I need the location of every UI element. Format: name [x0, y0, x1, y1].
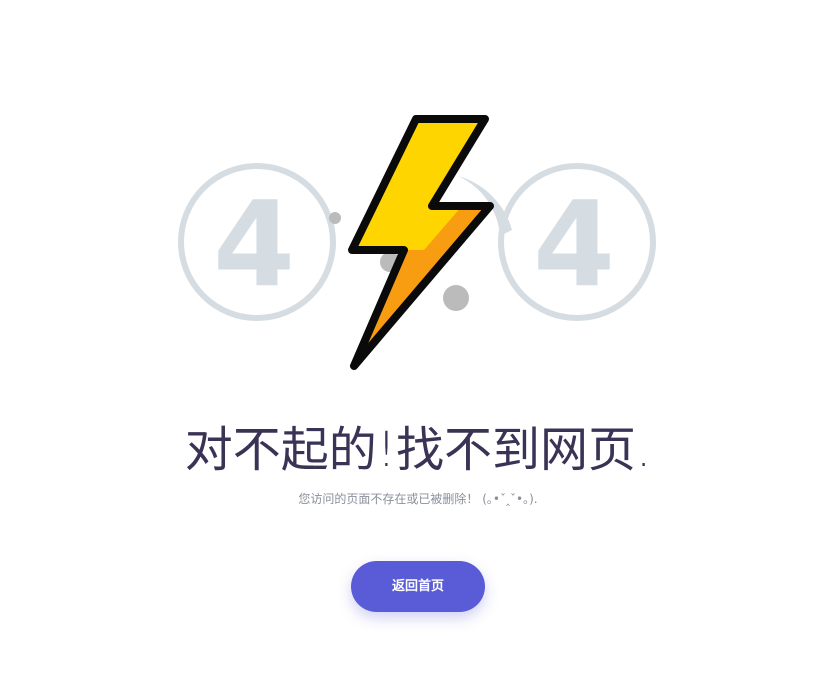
back-home-button[interactable]: 返回首页 [351, 561, 485, 612]
dot-large [443, 285, 469, 311]
dot-small [329, 212, 341, 224]
digit-4-left-label: 4 [213, 175, 295, 313]
illustration-404: 4 4 [178, 115, 656, 370]
error-message: 您访问的页面不存在或已被删除！ (｡•ˇ‸ˇ•｡). [298, 492, 538, 506]
lightning-bolt-icon [348, 115, 494, 370]
error-404-page: 4 4 对不起的!找不到网页. 您访问的页面不存在或已被删除！ (｡•ˇ‸ˇ•｡… [0, 0, 836, 678]
digit-4-right: 4 [498, 163, 656, 321]
error-title: 对不起的!找不到网页. [184, 422, 652, 478]
digit-4-left: 4 [178, 163, 336, 321]
digit-4-right-label: 4 [533, 175, 615, 313]
